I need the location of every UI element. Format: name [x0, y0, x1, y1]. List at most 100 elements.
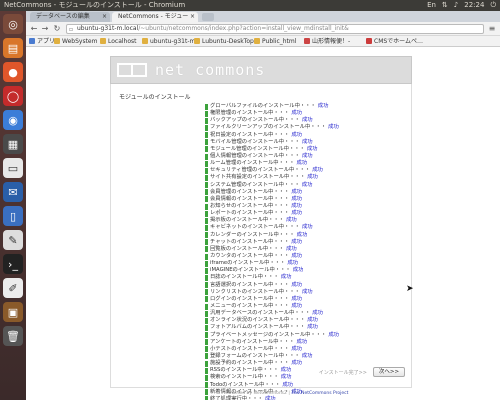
success-mark-icon — [205, 360, 208, 367]
editor-icon[interactable]: ✎ — [3, 230, 23, 250]
success-mark-icon — [205, 274, 208, 281]
success-mark-icon — [205, 246, 208, 253]
tab-database-edit[interactable]: データベースの編集 × — [30, 12, 110, 22]
bookmark-apps[interactable]: アプリ — [29, 36, 55, 47]
text-editor-icon[interactable]: ✐ — [3, 278, 23, 298]
bookmark-websystem[interactable]: WebSystem — [54, 36, 97, 47]
module-row: 小テストのインストール中・・・ 成功 — [205, 346, 405, 353]
module-label: 登録フォームのインストール中・・・ — [210, 352, 300, 359]
close-tab-icon[interactable]: × — [102, 12, 107, 22]
module-label: 回覧板のインストール中・・・ — [210, 245, 285, 252]
success-mark-icon — [205, 174, 208, 181]
document-icon[interactable]: ▭ — [3, 158, 23, 178]
status-success: 成功 — [291, 195, 302, 202]
chromium-icon[interactable]: ◉ — [3, 110, 23, 130]
network-icon[interactable]: ⇅ — [442, 0, 448, 11]
archive-icon[interactable]: ▣ — [3, 302, 23, 322]
status-success: 成功 — [291, 188, 302, 195]
module-row: 終了処理実行中・・・ 成功 — [205, 396, 405, 400]
address-bar[interactable]: ▫ ubuntu-g31t-m.local/~ubuntu/netcommons… — [66, 24, 484, 34]
success-mark-icon — [205, 317, 208, 324]
writer-icon[interactable]: ▯ — [3, 206, 23, 226]
bookmark-lubuntu-desktop[interactable]: Lubuntu-DeskTop — [194, 36, 254, 47]
status-success: 成功 — [306, 145, 318, 152]
module-row: サイト共有設定のインストール中・・・ 成功 — [205, 174, 405, 181]
bookmarks-bar: アプリ WebSystem Localhost ubuntu-g31t-m Lu… — [26, 36, 500, 47]
new-tab-button[interactable] — [202, 13, 214, 21]
module-label: Todoのインストール中・・・ — [210, 381, 281, 388]
success-mark-icon — [205, 117, 208, 124]
clock[interactable]: 22:24 — [464, 0, 484, 11]
success-mark-icon — [205, 167, 208, 174]
mouse-cursor-icon: ➤ — [406, 284, 414, 294]
power-icon[interactable]: ⏻ — [490, 0, 496, 11]
system-tray: En ⇅ ♪ 22:24 ⏻ — [427, 0, 496, 11]
close-tab-icon[interactable]: × — [190, 12, 195, 22]
module-label: サイト共有設定のインストール中・・・ — [210, 174, 306, 181]
module-label: カレンダーのインストール中・・・ — [210, 231, 295, 238]
unity-launcher: ◎ ▤ ● ◯ ◉ ▦ ▭ ✉ ▯ ✎ ›_ ✐ ▣ 🗑 — [0, 11, 26, 400]
status-success: 成功 — [317, 103, 329, 110]
status-success: 成功 — [291, 295, 302, 302]
status-success: 成功 — [264, 395, 276, 400]
status-success: 成功 — [307, 324, 318, 331]
success-mark-icon — [205, 146, 208, 153]
success-mark-icon — [205, 224, 208, 231]
success-mark-icon — [205, 217, 208, 224]
forward-icon[interactable]: → — [40, 24, 50, 34]
success-mark-icon — [205, 310, 208, 317]
terminal-icon[interactable]: ›_ — [3, 254, 23, 274]
reload-icon[interactable]: ↻ — [52, 24, 62, 34]
module-label: モジュール管理のインストール中・・・ — [210, 145, 305, 152]
menu-icon[interactable]: ≡ — [487, 24, 497, 34]
success-mark-icon — [205, 110, 208, 117]
module-row: プライベートメッセージのインストール中・・・ 成功 — [205, 332, 405, 339]
module-label: 言語選択のインストール中・・・ — [210, 281, 290, 288]
next-button[interactable]: 次へ>> — [373, 367, 405, 377]
bookmark-public-html[interactable]: Public_html — [254, 36, 296, 47]
status-success: 成功 — [301, 138, 313, 145]
thunderbird-icon[interactable]: ✉ — [3, 182, 23, 202]
calendar-icon[interactable]: ▦ — [3, 134, 23, 154]
module-row: フォトアルバムのインストール中・・・ 成功 — [205, 324, 405, 331]
bookmark-ubuntu[interactable]: ubuntu-g31t-m — [142, 36, 195, 47]
status-success: 成功 — [296, 231, 308, 238]
module-label: カウンタのインストール中・・・ — [210, 253, 290, 260]
files-icon[interactable]: ▤ — [3, 38, 23, 58]
success-mark-icon — [205, 282, 208, 289]
bookmark-cms[interactable]: CMSでホームペ… — [366, 36, 423, 47]
web-page: net commons モジュールのインストール グローバルファイルのインストー… — [26, 48, 500, 400]
success-mark-icon — [205, 339, 208, 346]
bookmark-yamagata[interactable]: 山形情報便！- — [304, 36, 350, 47]
back-icon[interactable]: ← — [29, 24, 39, 34]
dash-icon[interactable]: ◎ — [3, 14, 23, 34]
bookmark-localhost[interactable]: Localhost — [100, 36, 137, 47]
module-label: 終了処理実行中・・・ — [210, 395, 263, 400]
success-mark-icon — [205, 103, 208, 110]
module-row: 登録フォームのインストール中・・・ 成功 — [205, 353, 405, 360]
red-app-icon[interactable]: ◯ — [3, 86, 23, 106]
install-footer: インストール完了>> 次へ>> — [111, 367, 411, 379]
header-banner: net commons — [110, 56, 412, 84]
netcommons-project-link[interactable]: The NetCommons Project — [291, 391, 348, 396]
keyboard-indicator[interactable]: En — [427, 0, 436, 11]
success-mark-icon — [205, 196, 208, 203]
status-success: 成功 — [301, 153, 313, 160]
trash-icon[interactable]: 🗑 — [3, 326, 23, 346]
success-mark-icon — [205, 267, 208, 274]
url-path: /~ubuntu/netcommons/index.php?action=ins… — [138, 25, 349, 32]
module-label: グローバルファイルのインストール中・・・ — [210, 103, 316, 110]
module-row: メニューのインストール中・・・ 成功 — [205, 303, 405, 310]
module-label: システム管理のインストール中・・・ — [210, 181, 300, 188]
tab-netcommons[interactable]: NetCommons - モジュー × — [112, 12, 198, 22]
status-success: 成功 — [301, 352, 313, 359]
module-row: キャビネットのインストール中・・・ 成功 — [205, 224, 405, 231]
logo-text: net commons — [155, 61, 266, 79]
module-row: 会員情報のインストール中・・・ 成功 — [205, 196, 405, 203]
module-label: 会員管理のインストール中・・・ — [210, 188, 290, 195]
module-row: 言語選択のインストール中・・・ 成功 — [205, 282, 405, 289]
firefox-icon[interactable]: ● — [3, 62, 23, 82]
status-success: 成功 — [291, 303, 302, 309]
module-label: 祝日設定のインストール中・・・ — [210, 131, 290, 138]
sound-icon[interactable]: ♪ — [454, 0, 458, 11]
